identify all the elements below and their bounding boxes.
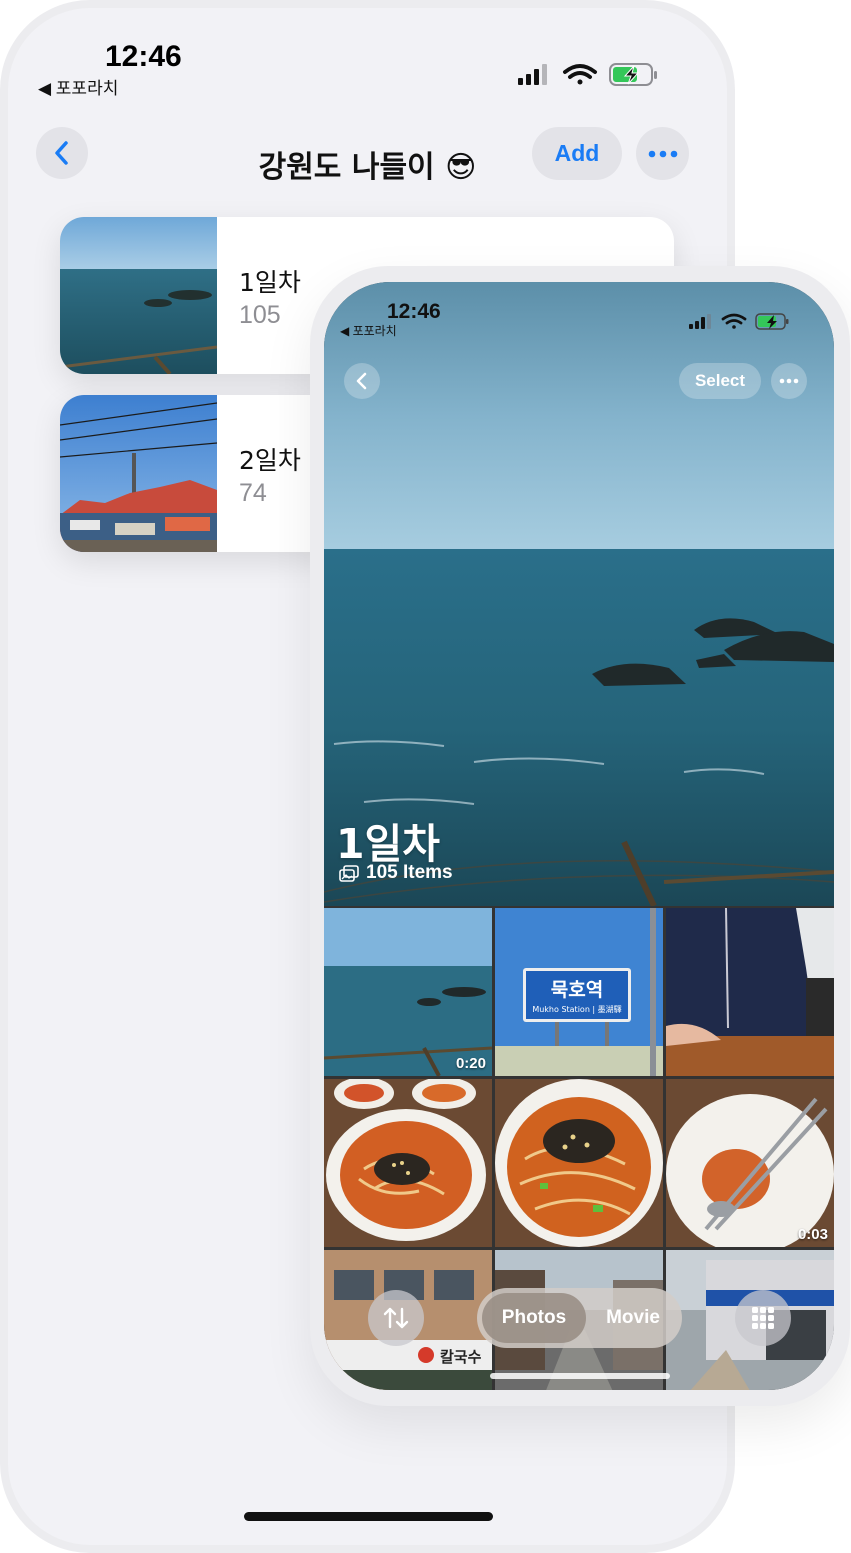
back-button[interactable] xyxy=(344,363,380,399)
ellipsis-icon xyxy=(648,150,677,157)
select-button[interactable]: Select xyxy=(679,363,761,399)
photo-tile[interactable]: 0:03 xyxy=(666,1079,834,1247)
album-name: 1일차 xyxy=(239,268,301,297)
station-sign-text: 묵호역 xyxy=(551,979,603,1001)
sort-arrows-icon xyxy=(383,1307,409,1329)
battery-charging-icon xyxy=(755,313,789,330)
photo-noodle-soup xyxy=(495,1079,663,1247)
photo-tile[interactable] xyxy=(324,1079,492,1247)
album-thumbnail xyxy=(60,217,217,374)
sort-button[interactable] xyxy=(368,1290,424,1346)
album-thumbnail xyxy=(60,395,217,552)
tab-movie[interactable]: Movie xyxy=(589,1293,677,1343)
photo-empty-bowl xyxy=(666,1079,834,1247)
item-count-label: 105 Items xyxy=(366,862,453,883)
video-duration: 0:03 xyxy=(797,1226,828,1243)
tab-photos[interactable]: Photos xyxy=(482,1293,586,1343)
photo-tile[interactable] xyxy=(666,908,834,1076)
photo-noodle-soup xyxy=(324,1079,492,1247)
photo-station-sign: 묵호역 Mukho Station | 墨湖驛 xyxy=(495,908,663,1076)
home-indicator xyxy=(490,1373,670,1379)
album-title: 1일차 xyxy=(336,820,440,868)
wifi-icon xyxy=(721,313,747,329)
grid-icon xyxy=(752,1307,774,1329)
album-count: 105 xyxy=(239,301,281,329)
photo-tile[interactable]: 묵호역 Mukho Station | 墨湖驛 xyxy=(495,908,663,1076)
signal-icon xyxy=(689,314,711,329)
photo-stack-icon xyxy=(339,864,359,882)
status-time: 12:46 xyxy=(387,300,441,323)
more-button[interactable] xyxy=(636,127,689,180)
album-count: 74 xyxy=(239,479,267,507)
signal-icon xyxy=(518,64,547,85)
more-button[interactable] xyxy=(771,363,807,399)
photo-person xyxy=(666,908,834,1076)
store-sign-text: 칼국수 xyxy=(440,1348,482,1366)
status-icons xyxy=(689,313,789,330)
status-time: 12:46 xyxy=(105,40,182,73)
album-name: 2일차 xyxy=(239,446,301,475)
video-duration: 0:20 xyxy=(455,1055,486,1072)
status-icons xyxy=(518,63,657,86)
back-to-app-link[interactable]: ◀ 포포라치 xyxy=(340,322,397,339)
photo-tile[interactable]: 0:20 xyxy=(324,908,492,1076)
chevron-left-icon xyxy=(356,372,367,390)
photo-tile[interactable] xyxy=(495,1079,663,1247)
photo-sea xyxy=(324,908,492,1076)
front-phone-frame: 12:46 ◀ 포포라치 Select 1일차 105 Items 0:20 묵… xyxy=(310,266,850,1406)
back-to-app-link[interactable]: ◀ 포포라치 xyxy=(38,74,118,99)
wifi-icon xyxy=(563,64,597,85)
ellipsis-icon xyxy=(779,378,799,384)
front-phone-screen: 12:46 ◀ 포포라치 Select 1일차 105 Items 0:20 묵… xyxy=(324,282,834,1390)
grid-view-button[interactable] xyxy=(735,1290,791,1346)
battery-charging-icon xyxy=(609,63,657,86)
add-button[interactable]: Add xyxy=(532,127,622,180)
item-count: 105 Items xyxy=(339,862,453,884)
station-sign-subtext: Mukho Station | 墨湖驛 xyxy=(532,1005,621,1014)
home-indicator xyxy=(244,1512,493,1521)
view-segmented-control: Photos Movie xyxy=(477,1288,682,1348)
